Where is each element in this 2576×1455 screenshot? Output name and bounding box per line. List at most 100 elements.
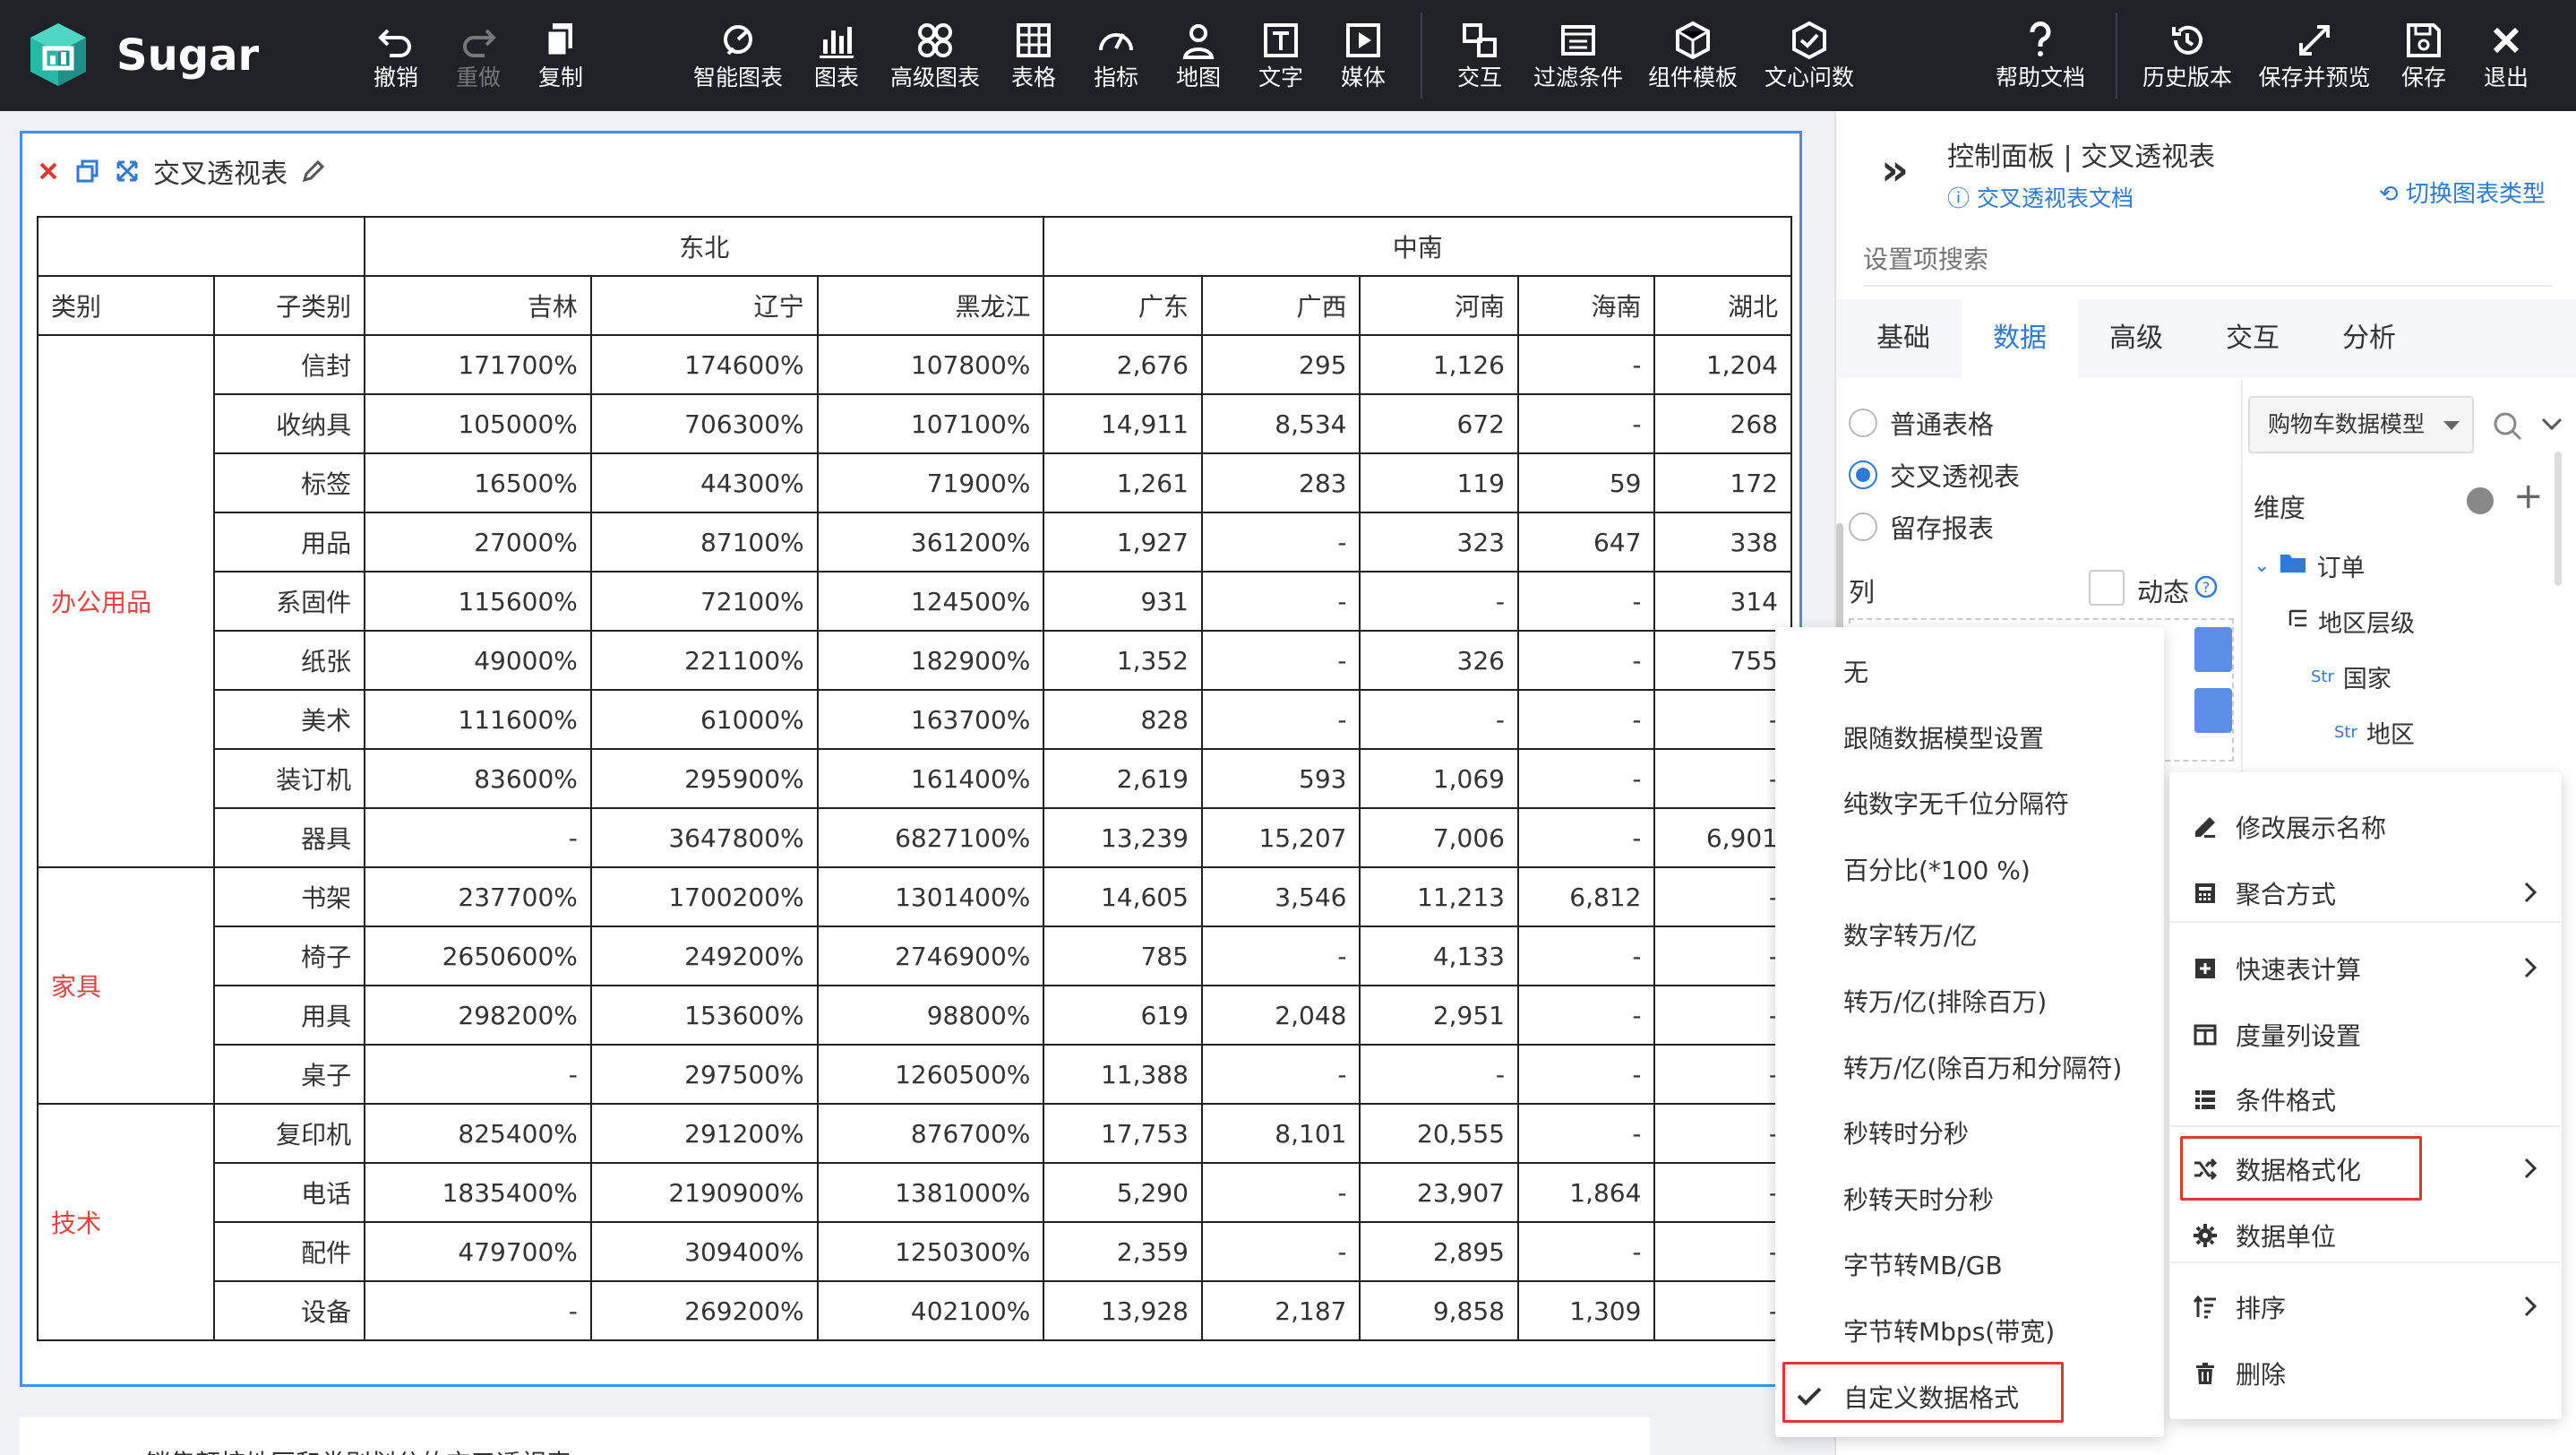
value-cell[interactable]: 119 <box>1359 452 1519 513</box>
value-cell[interactable]: 8,101 <box>1200 1103 1361 1164</box>
value-cell[interactable]: 268 <box>1653 393 1792 454</box>
tree-item-country[interactable]: Str 国家 <box>2311 659 2391 694</box>
ai-ask-button[interactable]: 文心问数 <box>1756 14 1863 100</box>
value-cell[interactable]: - <box>1516 1221 1656 1282</box>
value-cell[interactable]: 825400% <box>364 1103 592 1164</box>
value-cell[interactable]: 3647800% <box>589 807 819 868</box>
value-cell[interactable]: - <box>1653 748 1792 809</box>
settings-search-input[interactable] <box>1863 233 2553 285</box>
value-cell[interactable]: 17,753 <box>1043 1103 1203 1164</box>
subcategory-cell[interactable]: 配件 <box>212 1221 366 1282</box>
subcategory-cell[interactable]: 书架 <box>212 866 366 927</box>
subcategory-cell[interactable]: 电话 <box>212 1162 366 1223</box>
value-cell[interactable]: - <box>1200 1162 1361 1223</box>
search-icon[interactable] <box>2492 410 2524 446</box>
column-header[interactable]: 辽宁 <box>589 275 819 336</box>
value-cell[interactable]: 161400% <box>816 748 1045 809</box>
category-cell[interactable]: 家具 <box>37 866 215 1105</box>
value-cell[interactable]: 171700% <box>364 334 592 395</box>
value-cell[interactable]: 479700% <box>364 1221 592 1282</box>
field-chip[interactable] <box>2194 627 2232 672</box>
tree-item-region[interactable]: Str 地区 <box>2334 715 2415 750</box>
value-cell[interactable]: 20,555 <box>1359 1103 1519 1164</box>
value-cell[interactable]: 402100% <box>816 1280 1045 1341</box>
value-cell[interactable]: 13,928 <box>1043 1280 1203 1341</box>
value-cell[interactable]: 2,187 <box>1200 1280 1361 1341</box>
value-cell[interactable]: 755 <box>1653 630 1792 691</box>
value-cell[interactable]: 1381000% <box>816 1162 1045 1223</box>
subcategory-cell[interactable]: 器具 <box>212 807 366 868</box>
value-cell[interactable]: - <box>1516 1044 1656 1105</box>
value-cell[interactable]: 174600% <box>589 334 819 395</box>
add-dimension-icon[interactable]: + <box>2513 478 2544 514</box>
next-card[interactable]: 销售额按地区和类别划分的交叉透视表 <box>20 1417 1650 1455</box>
value-cell[interactable]: - <box>1516 1103 1656 1164</box>
row-header-subcategory[interactable]: 子类别 <box>212 275 366 336</box>
value-cell[interactable]: 87100% <box>589 512 819 573</box>
subcategory-cell[interactable]: 用具 <box>212 985 366 1046</box>
value-cell[interactable]: - <box>1653 866 1792 927</box>
tab-basic[interactable]: 基础 <box>1845 299 1962 378</box>
value-cell[interactable]: 1,126 <box>1359 334 1519 395</box>
value-cell[interactable]: - <box>1516 689 1656 750</box>
value-cell[interactable]: 9,858 <box>1359 1280 1519 1341</box>
value-cell[interactable]: - <box>1359 689 1519 750</box>
value-cell[interactable]: 298200% <box>364 985 592 1046</box>
format-option[interactable]: 纯数字无千位分隔符 <box>1775 770 2164 836</box>
subcategory-cell[interactable]: 信封 <box>212 334 366 395</box>
column-header[interactable]: 海南 <box>1516 275 1656 336</box>
value-cell[interactable]: 593 <box>1200 748 1361 809</box>
pivot-table-card[interactable]: 交叉透视表 东北 中南 类别 子类别 吉林 辽宁 黑龙江 广东 广西 河南 海南 湖北 <box>20 131 1802 1387</box>
value-cell[interactable]: 6827100% <box>816 807 1045 868</box>
value-cell[interactable]: 221100% <box>589 630 819 691</box>
subcategory-cell[interactable]: 美术 <box>212 689 366 750</box>
value-cell[interactable]: 297500% <box>589 1044 819 1105</box>
value-cell[interactable]: - <box>1200 1221 1361 1282</box>
column-header[interactable]: 广西 <box>1200 275 1361 336</box>
value-cell[interactable]: 172 <box>1653 452 1792 513</box>
scrollbar[interactable] <box>2555 452 2562 586</box>
media-button[interactable]: 媒体 <box>1309 14 1417 100</box>
row-header-category[interactable]: 类别 <box>37 275 215 336</box>
format-option[interactable]: 无 <box>1775 638 2164 704</box>
value-cell[interactable]: 182900% <box>816 630 1045 691</box>
help-circle-icon[interactable]: ? <box>2194 575 2218 602</box>
value-cell[interactable]: 706300% <box>589 393 819 454</box>
format-option[interactable]: 跟随数据模型设置 <box>1775 704 2164 771</box>
value-cell[interactable]: - <box>1200 571 1361 632</box>
format-option[interactable]: 秒转时分秒 <box>1775 1099 2164 1166</box>
value-cell[interactable]: 1260500% <box>816 1044 1045 1105</box>
region-header[interactable]: 中南 <box>1043 216 1792 277</box>
dataset-select[interactable]: 购物车数据模型 <box>2248 396 2474 453</box>
column-header[interactable]: 黑龙江 <box>816 275 1045 336</box>
value-cell[interactable]: 6,812 <box>1516 866 1656 927</box>
value-cell[interactable]: 1250300% <box>816 1221 1045 1282</box>
menu-item-plus-box[interactable]: 快速表计算 <box>2169 935 2562 1002</box>
value-cell[interactable]: - <box>1653 1103 1792 1164</box>
value-cell[interactable]: - <box>1516 630 1656 691</box>
column-header[interactable]: 广东 <box>1043 275 1203 336</box>
value-cell[interactable]: 83600% <box>364 748 592 809</box>
menu-item-edit[interactable]: 修改展示名称 <box>2169 794 2562 860</box>
value-cell[interactable]: - <box>1200 512 1361 573</box>
value-cell[interactable]: 283 <box>1200 452 1361 513</box>
value-cell[interactable]: - <box>1516 985 1656 1046</box>
value-cell[interactable]: 11,388 <box>1043 1044 1203 1105</box>
value-cell[interactable]: 27000% <box>364 512 592 573</box>
radio-normal-table[interactable]: 普通表格 <box>1849 405 1994 441</box>
value-cell[interactable]: - <box>1516 393 1656 454</box>
value-cell[interactable]: 295 <box>1200 334 1361 395</box>
subcategory-cell[interactable]: 桌子 <box>212 1044 366 1105</box>
tab-analysis[interactable]: 分析 <box>2311 299 2427 378</box>
value-cell[interactable]: 2,895 <box>1359 1221 1519 1282</box>
value-cell[interactable]: 785 <box>1043 926 1203 986</box>
field-chip[interactable] <box>2194 688 2232 733</box>
column-header[interactable]: 湖北 <box>1653 275 1792 336</box>
value-cell[interactable]: - <box>1359 1044 1519 1105</box>
value-cell[interactable]: 59 <box>1516 452 1656 513</box>
value-cell[interactable]: 1835400% <box>364 1162 592 1223</box>
tree-folder-order[interactable]: ⌄ 订单 <box>2254 548 2365 583</box>
value-cell[interactable]: 1700200% <box>589 866 819 927</box>
chevron-down-icon[interactable] <box>2540 416 2563 437</box>
tab-interaction[interactable]: 交互 <box>2194 299 2311 378</box>
